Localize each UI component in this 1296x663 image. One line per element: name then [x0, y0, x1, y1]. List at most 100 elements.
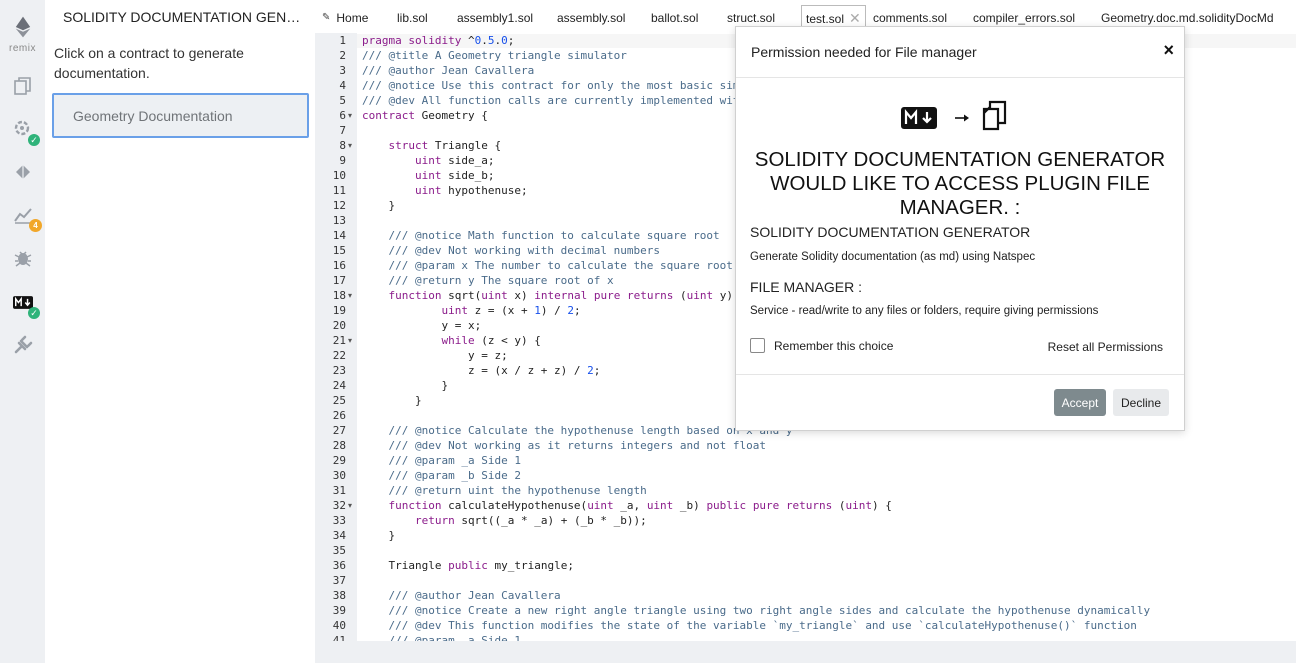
line-number: 13	[332, 214, 346, 227]
line-number: 35	[332, 544, 346, 557]
close-icon[interactable]: ×	[1163, 40, 1174, 61]
modal-divider	[736, 374, 1184, 375]
plugin-manager-icon[interactable]	[10, 332, 36, 358]
deploy-icon[interactable]	[10, 159, 36, 185]
terminal-bar[interactable]	[315, 641, 1296, 663]
code-line: /// @param x The number to calculate the…	[362, 259, 747, 272]
code-line: }	[362, 199, 396, 212]
line-number: 27	[332, 424, 346, 437]
modal-header: Permission needed for File manager ×	[736, 27, 1184, 78]
remember-label: Remember this choice	[774, 338, 894, 353]
line-number: 6	[339, 109, 346, 122]
code-line: /// @author Jean Cavallera	[362, 64, 535, 77]
markdown-plugin-icon[interactable]: ✓	[10, 289, 40, 319]
line-number: 22	[332, 349, 346, 362]
fold-toggle-icon[interactable]: ▾	[348, 291, 352, 300]
line-number: 11	[332, 184, 346, 197]
tab-ballot-sol[interactable]: ballot.sol	[651, 5, 698, 30]
tab-lib-sol[interactable]: lib.sol	[397, 5, 428, 30]
target-plugin-description: Service - read/write to any files or fol…	[750, 305, 1099, 317]
line-number: 9	[339, 154, 346, 167]
line-number: 36	[332, 559, 346, 572]
code-line: /// @param _b Side 2	[362, 469, 521, 482]
line-number: 12	[332, 199, 346, 212]
line-number: 17	[332, 274, 346, 287]
analysis-icon[interactable]: 4	[10, 202, 42, 232]
line-number: 32	[332, 499, 346, 512]
close-tab-icon[interactable]: ✕	[849, 10, 861, 27]
requester-plugin-name: SOLIDITY DOCUMENTATION GENERATOR	[750, 224, 1031, 240]
target-plugin-name: FILE MANAGER :	[750, 279, 863, 295]
success-check-icon: ✓	[28, 307, 40, 319]
line-number: 37	[332, 574, 346, 587]
line-number: 29	[332, 454, 346, 467]
line-number: 40	[332, 619, 346, 632]
plugin-panel: SOLIDITY DOCUMENTATION GENERATOR Click o…	[45, 0, 316, 663]
line-number: 38	[332, 589, 346, 602]
code-line: y = x;	[362, 319, 482, 332]
line-number: 4	[339, 79, 346, 92]
tab-assembly-sol[interactable]: assembly.sol	[557, 5, 625, 30]
code-line: /// @param _a Side 1	[362, 454, 521, 467]
fold-toggle-icon[interactable]: ▾	[348, 141, 352, 150]
line-number: 30	[332, 469, 346, 482]
remember-choice[interactable]: Remember this choice	[750, 338, 893, 353]
line-number-gutter: 1 2 3 4 5 6 ▾ 7 8 ▾ 9 10 11 12 13 14 15 16 17 18 ▾ 19 20 21 ▾ 22 2…	[315, 33, 357, 641]
line-number: 14	[332, 229, 346, 242]
code-line: function sqrt(uint x) internal pure retu…	[388, 289, 747, 302]
line-number: 39	[332, 604, 346, 617]
code-line: /// @dev This function modifies the stat…	[362, 619, 1137, 632]
code-line: struct Triangle {	[388, 139, 502, 152]
plugin-logos	[901, 100, 1021, 136]
debugger-icon[interactable]	[10, 245, 36, 271]
code-line: }	[362, 529, 396, 542]
code-line: contract Geometry {	[362, 109, 488, 122]
line-number: 15	[332, 244, 346, 257]
line-number: 10	[332, 169, 346, 182]
tab-assembly1-sol[interactable]: assembly1.sol	[457, 5, 533, 30]
remember-checkbox[interactable]	[750, 338, 765, 353]
line-number: 33	[332, 514, 346, 527]
code-line: /// @notice Use this contract for only t…	[362, 79, 747, 92]
line-number: 23	[332, 364, 346, 377]
line-number: 25	[332, 394, 346, 407]
code-line: return sqrt((_a * _a) + (_b * _b));	[414, 514, 647, 527]
line-number: 5	[339, 94, 346, 107]
line-number: 31	[332, 484, 346, 497]
modal-title: Permission needed for File manager	[751, 44, 977, 60]
requester-plugin-description: Generate Solidity documentation (as md) …	[750, 251, 1036, 263]
reset-permissions-link[interactable]: Reset all Permissions	[1048, 340, 1163, 354]
fold-toggle-icon[interactable]: ▾	[348, 501, 352, 510]
line-number: 41	[332, 634, 346, 641]
code-line: pragma solidity ^0.5.0;	[362, 34, 515, 47]
remix-logo-text: remix	[9, 43, 36, 54]
code-line: /// @title A Geometry triangle simulator	[362, 49, 627, 62]
code-line: function calculateHypothenuse(uint _a, u…	[388, 499, 892, 512]
line-number: 26	[332, 409, 346, 422]
arrow-right-icon	[955, 114, 969, 122]
success-check-icon: ✓	[28, 134, 40, 146]
code-line: uint hypothenuse;	[414, 184, 528, 197]
tab-home[interactable]: ✎ Home	[322, 5, 368, 30]
line-number: 8	[339, 139, 346, 152]
geometry-documentation-button[interactable]: Geometry Documentation	[52, 93, 309, 138]
file-manager-icon	[982, 100, 1007, 131]
line-number: 28	[332, 439, 346, 452]
fold-toggle-icon[interactable]: ▾	[348, 111, 352, 120]
code-line: /// @notice Math function to calculate s…	[362, 229, 720, 242]
line-number: 19	[332, 304, 346, 317]
code-line: /// @notice Calculate the hypothenuse le…	[362, 424, 793, 437]
file-explorer-icon[interactable]	[10, 73, 36, 99]
code-line: /// @dev Not working with decimal number…	[362, 244, 661, 257]
code-line: y = z;	[362, 349, 508, 362]
permission-heading: SOLIDITY DOCUMENTATION GENERATOR WOULD L…	[754, 148, 1166, 219]
accept-button[interactable]: Accept	[1054, 389, 1106, 416]
code-line: }	[362, 379, 449, 392]
decline-button[interactable]: Decline	[1113, 389, 1169, 416]
line-number: 1	[339, 34, 346, 47]
code-line: }	[362, 394, 422, 407]
fold-toggle-icon[interactable]: ▾	[348, 336, 352, 345]
compiler-icon[interactable]: ✓	[10, 116, 40, 146]
code-line: /// @param _a Side 1	[362, 634, 521, 641]
remix-logo-icon[interactable]	[10, 14, 36, 40]
